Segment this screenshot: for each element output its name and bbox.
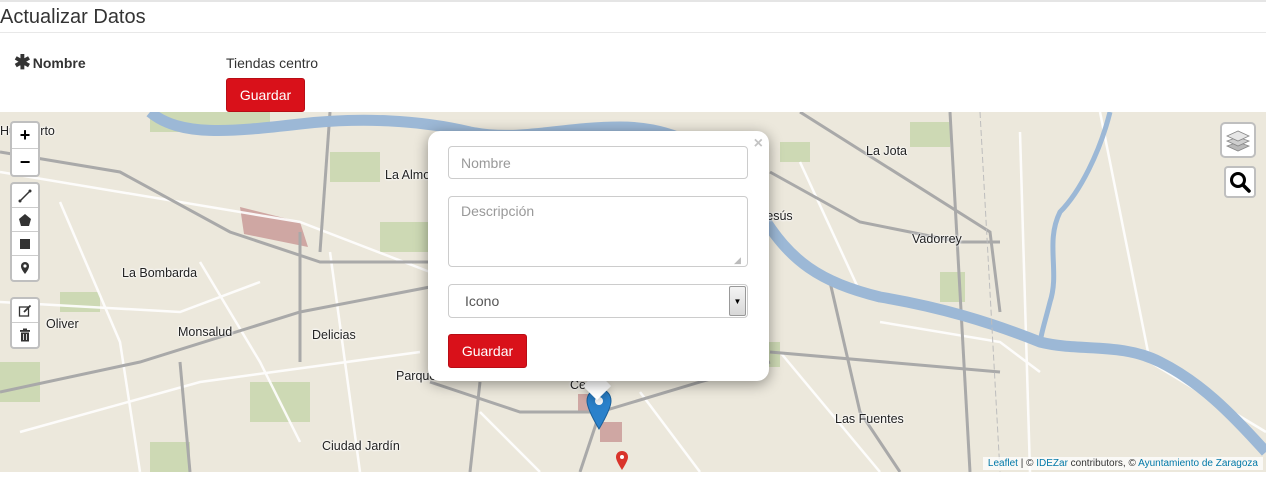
map-attribution: Leaflet | © IDEZar contributors, © Ayunt… bbox=[982, 457, 1263, 470]
map[interactable]: Humberto La Almozara La Bombarda Oliver … bbox=[0, 112, 1266, 472]
draw-rectangle-button[interactable] bbox=[12, 232, 38, 256]
draw-polygon-button[interactable] bbox=[12, 208, 38, 232]
popup-close-icon[interactable]: × bbox=[754, 135, 763, 153]
nombre-value[interactable]: Tiendas centro bbox=[226, 55, 318, 71]
zoom-out-button[interactable]: − bbox=[12, 149, 38, 175]
chevron-down-icon[interactable]: ▼ bbox=[729, 286, 746, 316]
attribution-contributors: contributors, © bbox=[1067, 458, 1139, 469]
required-asterisk-icon: ✱ bbox=[14, 52, 31, 74]
top-border bbox=[0, 0, 1266, 2]
draw-marker-button[interactable] bbox=[12, 256, 38, 280]
zoom-in-button[interactable]: + bbox=[12, 123, 38, 149]
search-icon bbox=[1230, 172, 1251, 193]
ayuntamiento-link[interactable]: Ayuntamiento de Zaragoza bbox=[1138, 458, 1258, 469]
place-label: Monsalud bbox=[178, 325, 233, 339]
place-label: Delicias bbox=[312, 328, 356, 342]
title-divider bbox=[0, 32, 1266, 33]
delete-layers-button[interactable] bbox=[12, 323, 38, 347]
attribution-sep: | © bbox=[1017, 458, 1037, 469]
draw-polyline-button[interactable] bbox=[12, 184, 38, 208]
edit-icon bbox=[18, 304, 32, 317]
place-label: Vadorrey bbox=[912, 232, 962, 246]
popup-icono-select[interactable]: Icono ▼ bbox=[448, 284, 748, 318]
nombre-label: Nombre bbox=[32, 55, 86, 71]
place-label: Ciudad Jardín bbox=[322, 439, 400, 453]
popup-save-button[interactable]: Guardar bbox=[448, 334, 527, 368]
leaflet-link[interactable]: Leaflet bbox=[988, 458, 1018, 469]
marker-icon bbox=[21, 262, 29, 274]
icono-select-value: Icono bbox=[465, 293, 500, 309]
polygon-icon bbox=[19, 213, 31, 226]
popup-descripcion-textarea[interactable] bbox=[448, 196, 748, 267]
place-label: La Jota bbox=[866, 144, 908, 158]
resize-grip-icon[interactable]: ◢ bbox=[734, 255, 741, 266]
rectangle-icon bbox=[20, 238, 30, 249]
edit-layers-button[interactable] bbox=[12, 299, 38, 323]
save-button[interactable]: Guardar bbox=[226, 78, 305, 112]
place-label: Oliver bbox=[46, 317, 79, 331]
place-label: Las Fuentes bbox=[835, 412, 904, 426]
place-label: La Bombarda bbox=[122, 266, 198, 280]
draw-toolbar bbox=[10, 182, 40, 282]
trash-icon bbox=[20, 328, 30, 342]
idezar-link[interactable]: IDEZar bbox=[1036, 458, 1068, 469]
marker-popup: × ◢ Icono ▼ Guardar bbox=[428, 131, 769, 381]
polyline-icon bbox=[18, 189, 32, 202]
zoom-control: + − bbox=[10, 121, 40, 177]
map-search-button[interactable] bbox=[1224, 166, 1256, 198]
edit-toolbar bbox=[10, 297, 40, 349]
popup-nombre-input[interactable] bbox=[448, 146, 748, 179]
layers-button[interactable] bbox=[1220, 122, 1256, 158]
nombre-label-group: ✱ Nombre bbox=[14, 52, 86, 74]
page-title: Actualizar Datos bbox=[0, 6, 146, 28]
layers-icon bbox=[1225, 130, 1251, 152]
